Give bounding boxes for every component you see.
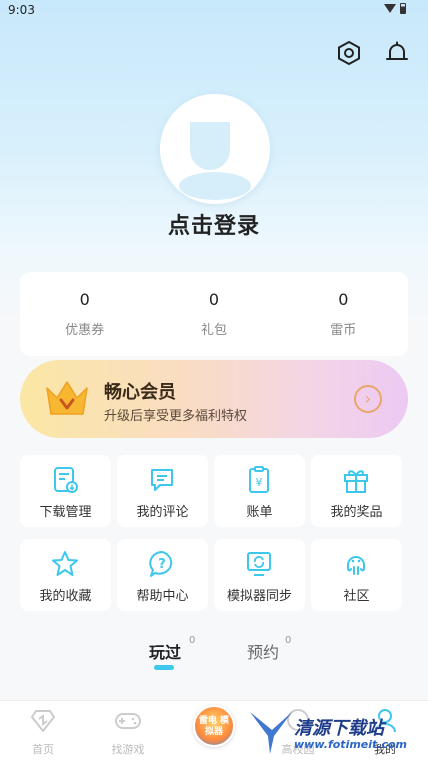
arrow-right-icon[interactable]: › — [354, 385, 382, 413]
home-icon — [31, 710, 55, 732]
status-icons — [384, 3, 406, 14]
grid-label: 我的奖品 — [330, 505, 383, 520]
grid-label: 社区 — [343, 589, 370, 604]
watermark: 清源下载站 www.fotimeit.com — [248, 706, 428, 762]
svg-text:?: ? — [158, 557, 166, 572]
tab-reserved-count: 0 — [285, 635, 292, 646]
watermark-logo-icon — [250, 712, 292, 754]
stat-value: 0 — [79, 290, 90, 309]
grid-label: 账单 — [246, 505, 273, 520]
stat-value: 0 — [208, 290, 220, 309]
grid-label: 我的收藏 — [39, 589, 92, 604]
vip-banner[interactable]: 畅心会员 升级后享受更多福利特权 › — [20, 360, 408, 438]
nav-home[interactable]: 首页 — [8, 705, 78, 757]
stat-coins[interactable]: 0 雷币 — [288, 290, 398, 338]
stat-label: 优惠券 — [65, 323, 105, 338]
wifi-icon — [384, 4, 396, 13]
tab-reserved[interactable]: 预约 — [247, 639, 279, 663]
grid-my-prizes[interactable]: 我的奖品 — [311, 455, 402, 527]
star-icon — [52, 551, 78, 576]
grid-my-favorites[interactable]: 我的收藏 — [20, 539, 111, 611]
grid-help-center[interactable]: ? 帮助中心 — [117, 539, 208, 611]
settings-icon[interactable] — [336, 40, 362, 70]
battery-icon — [400, 3, 406, 14]
vip-subtitle: 升级后享受更多福利特权 — [104, 409, 248, 424]
grid-label: 帮助中心 — [136, 589, 189, 604]
comment-icon — [151, 469, 173, 491]
grid-download-manage[interactable]: 下载管理 — [20, 455, 111, 527]
avatar[interactable] — [160, 94, 270, 204]
svg-text:¥: ¥ — [256, 476, 263, 489]
stat-coupons[interactable]: 0 优惠券 — [30, 290, 140, 338]
top-actions — [336, 40, 410, 70]
grid-label: 我的评论 — [136, 505, 189, 520]
nav-label: 找游戏 — [111, 743, 145, 756]
tab-played-count: 0 — [189, 635, 196, 646]
stat-label: 礼包 — [200, 323, 227, 338]
sync-icon — [247, 552, 271, 576]
login-prompt[interactable]: 点击登录 — [0, 208, 428, 240]
nav-find-games[interactable]: 找游戏 — [93, 705, 163, 757]
gamepad-icon — [115, 713, 141, 729]
stat-value: 0 — [338, 290, 349, 309]
stat-gift-packs[interactable]: 0 礼包 — [159, 290, 269, 338]
bill-icon: ¥ — [249, 466, 269, 493]
watermark-text: 清源下载站 — [294, 718, 384, 739]
grid-my-comments[interactable]: 我的评论 — [117, 455, 208, 527]
crown-icon — [46, 381, 88, 415]
default-avatar-icon — [160, 94, 270, 204]
grid-community[interactable]: 社区 — [311, 539, 402, 611]
tab-played[interactable]: 玩过 — [149, 639, 181, 663]
grid-bill[interactable]: ¥ 账单 — [214, 455, 305, 527]
stats-card: 0 优惠券 0 礼包 0 雷币 — [20, 272, 408, 356]
tab-indicator — [154, 665, 174, 670]
stat-label: 雷币 — [330, 323, 357, 338]
emulator-badge-icon[interactable]: 雷电 模拟器 — [193, 705, 235, 747]
nav-label: 首页 — [32, 743, 54, 756]
bell-icon[interactable] — [384, 40, 410, 70]
help-icon: ? — [149, 551, 173, 577]
gift-icon — [344, 470, 368, 493]
status-bar: 9:03 — [0, 0, 428, 20]
grid-emulator-sync[interactable]: 模拟器同步 — [214, 539, 305, 611]
community-icon — [347, 556, 365, 575]
grid-label: 下载管理 — [39, 505, 92, 520]
played-tabs: 玩过 0 预约 0 — [0, 635, 428, 675]
vip-title: 畅心会员 — [104, 382, 176, 403]
watermark-url: www.fotimeit.com — [294, 738, 408, 751]
download-manage-icon — [54, 467, 78, 493]
status-time: 9:03 — [8, 3, 35, 17]
grid-label: 模拟器同步 — [226, 589, 292, 604]
